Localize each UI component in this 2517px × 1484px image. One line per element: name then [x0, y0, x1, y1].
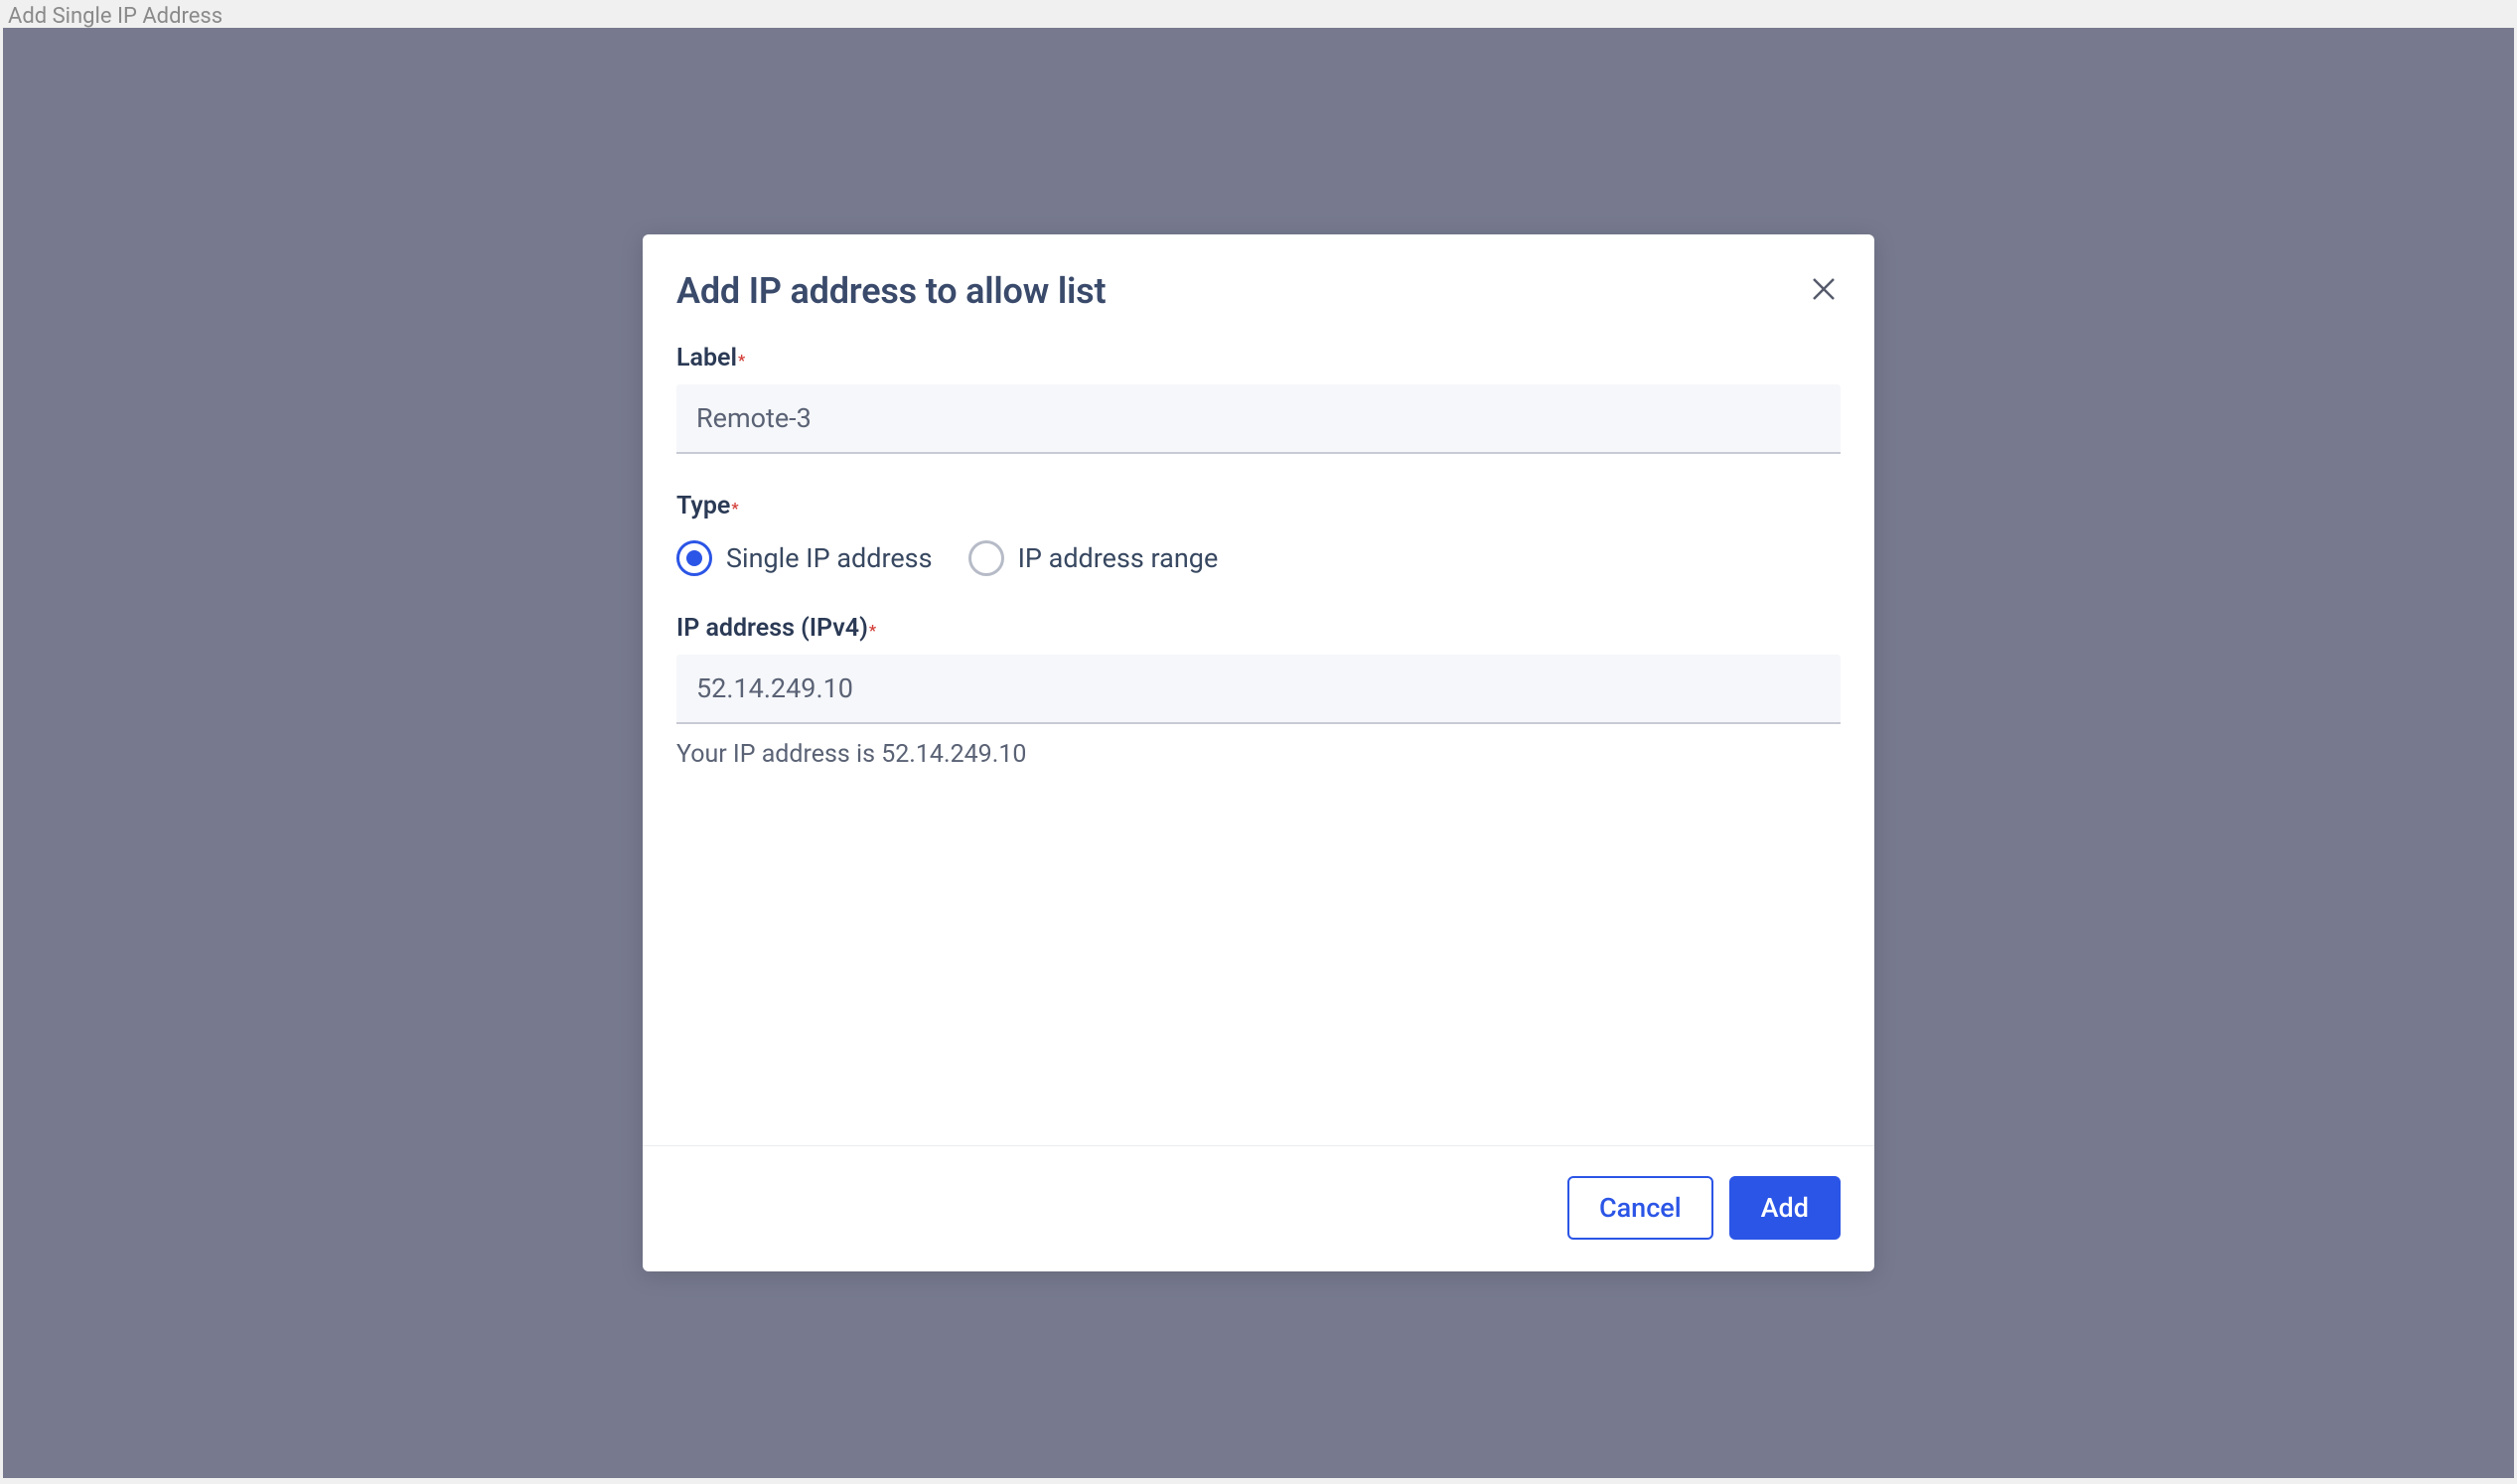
ip-field-label: IP address (IPv4): [676, 614, 868, 643]
window-title-bar: Add Single IP Address: [0, 0, 2517, 28]
radio-single-ip-label: Single IP address: [726, 542, 933, 574]
modal-title: Add IP address to allow list: [676, 270, 1106, 312]
modal-body: Label* Type* Single IP address: [643, 332, 1874, 1145]
required-asterisk: *: [731, 499, 738, 518]
ip-input[interactable]: [676, 655, 1841, 724]
label-field-label: Label: [676, 344, 737, 372]
type-field-group: Type* Single IP address IP address range: [676, 492, 1841, 576]
modal-header: Add IP address to allow list: [643, 234, 1874, 332]
close-button[interactable]: [1807, 272, 1841, 306]
required-asterisk: *: [738, 351, 745, 370]
radio-circle-icon: [968, 540, 1004, 576]
required-asterisk: *: [869, 621, 876, 640]
modal-backdrop: Add IP address to allow list Label* Type…: [3, 28, 2514, 1478]
ip-field-group: IP address (IPv4)* Your IP address is 52…: [676, 614, 1841, 769]
ip-hint-text: Your IP address is 52.14.249.10: [676, 740, 1841, 769]
radio-ip-range[interactable]: IP address range: [968, 540, 1219, 576]
radio-dot-icon: [686, 550, 702, 566]
modal-footer: Cancel Add: [643, 1145, 1874, 1271]
window-title: Add Single IP Address: [8, 4, 222, 29]
radio-ip-range-label: IP address range: [1018, 542, 1219, 574]
cancel-button[interactable]: Cancel: [1567, 1176, 1713, 1240]
radio-single-ip[interactable]: Single IP address: [676, 540, 933, 576]
add-button[interactable]: Add: [1729, 1176, 1841, 1240]
close-icon: [1809, 274, 1839, 304]
type-radio-row: Single IP address IP address range: [676, 540, 1841, 576]
add-ip-modal: Add IP address to allow list Label* Type…: [643, 234, 1874, 1271]
radio-circle-icon: [676, 540, 712, 576]
label-input[interactable]: [676, 384, 1841, 454]
type-field-label: Type: [676, 492, 730, 520]
label-field-group: Label*: [676, 344, 1841, 454]
